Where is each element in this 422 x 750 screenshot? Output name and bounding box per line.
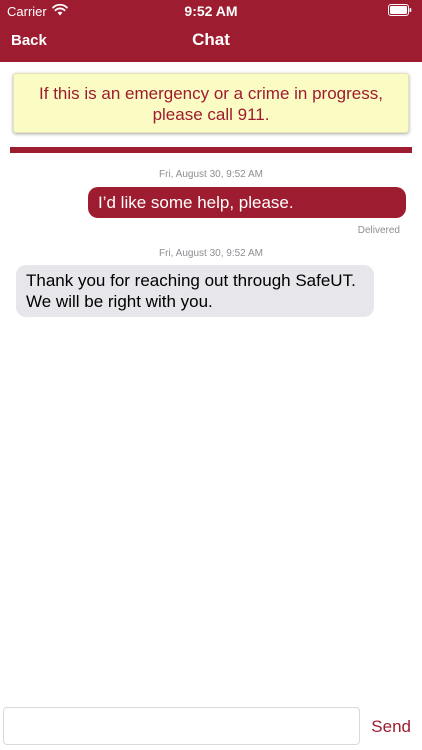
message-input[interactable] — [3, 707, 360, 745]
navigation-bar: Back Chat — [0, 26, 422, 56]
page-title: Chat — [192, 30, 230, 49]
emergency-notice-line2: please call 911. — [152, 105, 270, 124]
notice-divider — [10, 147, 412, 153]
message-composer: Send — [0, 700, 422, 750]
clock: 9:52 AM — [184, 3, 238, 19]
message-timestamp: Fri, August 30, 9:52 AM — [159, 169, 263, 180]
emergency-notice: If this is an emergency or a crime in pr… — [13, 73, 409, 133]
incoming-message-bubble: Thank you for reaching out through SafeU… — [16, 265, 374, 317]
incoming-message-line1: Thank you for reaching out through SafeU… — [26, 271, 356, 290]
message-timestamp: Fri, August 30, 9:52 AM — [159, 248, 263, 259]
status-bar: Carrier 9:52 AM — [0, 0, 422, 22]
emergency-notice-line1: If this is an emergency or a crime in pr… — [39, 84, 383, 103]
incoming-message-line2: We will be right with you. — [26, 292, 213, 311]
delivery-status: Delivered — [357, 225, 400, 236]
top-bar: Carrier 9:52 AM Back Chat — [0, 0, 422, 62]
battery-icon — [388, 4, 412, 16]
send-button[interactable]: Send — [371, 717, 411, 737]
outgoing-message-bubble: I’d like some help, please. — [88, 187, 406, 218]
